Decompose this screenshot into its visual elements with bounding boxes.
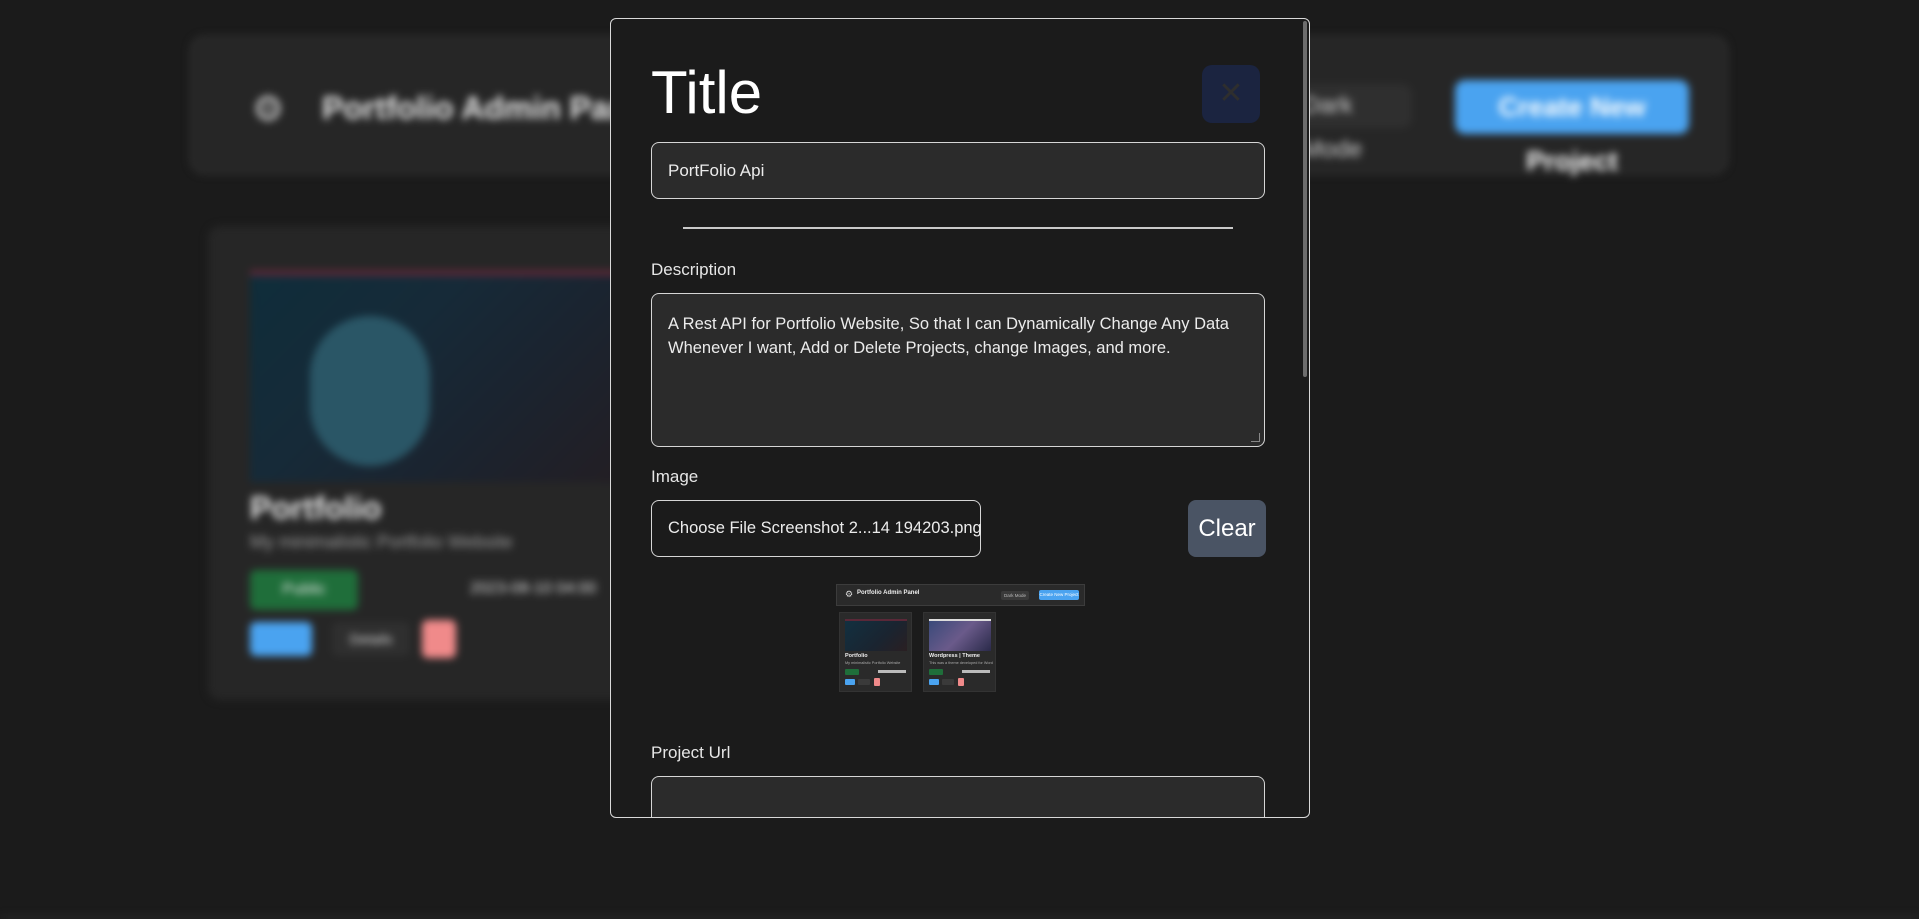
image-file-input[interactable]: Choose File Screenshot 2...14 194203.png (651, 500, 982, 557)
edit-button[interactable] (250, 622, 312, 656)
close-button[interactable]: ✕ (1202, 65, 1260, 123)
preview-card-image (929, 619, 991, 651)
project-card: Portfolio My minimalistic Portfolio Webs… (208, 226, 668, 700)
project-image (250, 270, 650, 482)
preview-date (962, 670, 990, 673)
project-date: 2023-08-10 04:00 (470, 580, 597, 597)
details-button[interactable]: Details (332, 622, 410, 656)
description-textarea[interactable]: A Rest API for Portfolio Website, So tha… (651, 293, 1265, 447)
image-preview: ⚙ Portfolio Admin Panel Dark Mode Create… (836, 584, 1085, 694)
choose-file-button[interactable]: Choose File (668, 519, 761, 537)
modal-scrollbar[interactable] (1303, 21, 1307, 377)
preview-card: Portfolio My minimalistic Portfolio Webs… (839, 612, 912, 692)
preview-details (942, 679, 954, 685)
close-icon: ✕ (1218, 77, 1244, 110)
title-label: Title (651, 59, 763, 126)
preview-dark-mode: Dark Mode (1001, 591, 1029, 600)
status-badge: Public (250, 570, 358, 610)
resize-handle[interactable] (1251, 433, 1260, 442)
description-text: A Rest API for Portfolio Website, So tha… (668, 315, 1229, 357)
preview-header: ⚙ Portfolio Admin Panel Dark Mode Create… (836, 584, 1085, 606)
preview-title: Portfolio Admin Panel (857, 590, 920, 596)
project-description: My minimalistic Portfolio Website (250, 532, 513, 552)
edit-project-modal: Title ✕ PortFolio Api Description A Rest… (610, 18, 1310, 818)
preview-card-title: Wordpress | Theme (929, 653, 980, 659)
delete-button[interactable] (422, 620, 456, 658)
preview-card-title: Portfolio (845, 653, 868, 659)
divider (683, 227, 1233, 229)
preview-date (878, 670, 906, 673)
file-name: Screenshot 2...14 194203.png (760, 519, 982, 537)
project-title: Portfolio (250, 490, 382, 526)
description-label: Description (651, 260, 737, 279)
project-url-label: Project Url (651, 743, 731, 762)
preview-card: Wordpress | Theme This was a theme devel… (923, 612, 996, 692)
project-url-input[interactable] (651, 776, 1265, 817)
preview-card-desc: My minimalistic Portfolio Website (845, 661, 901, 665)
create-project-button[interactable]: Create New Project (1455, 80, 1689, 176)
title-input[interactable]: PortFolio Api (651, 142, 1265, 199)
image-label: Image (651, 467, 699, 486)
preview-edit (845, 679, 855, 685)
clear-button[interactable]: Clear (1188, 500, 1266, 557)
app-title: Portfolio Admin Panel (322, 90, 656, 126)
preview-public-badge (845, 669, 859, 675)
preview-delete (958, 678, 964, 686)
gears-icon: ⚙ (252, 88, 285, 129)
preview-delete (874, 678, 880, 686)
preview-details (858, 679, 870, 685)
preview-create-button: Create New Project (1039, 590, 1079, 600)
preview-edit (929, 679, 939, 685)
preview-card-desc: This was a theme developed for WordPress (929, 661, 993, 665)
preview-card-image (845, 619, 907, 651)
preview-public-badge (929, 669, 943, 675)
preview-gears-icon: ⚙ (845, 589, 854, 599)
